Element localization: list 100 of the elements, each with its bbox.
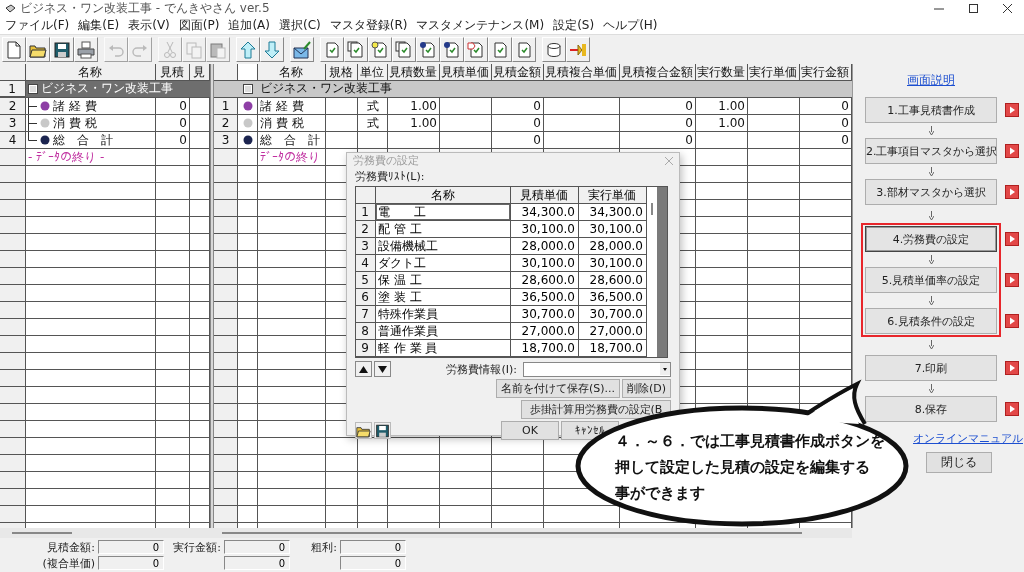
toolbar-button[interactable] [392, 37, 416, 62]
row-number: 2 [220, 115, 231, 132]
table-cell-text: 0 [532, 115, 542, 132]
menu-item[interactable]: 編集(E) [78, 17, 120, 34]
info-label: 労務費情報(I): [446, 361, 517, 377]
play-icon[interactable] [1005, 402, 1019, 416]
table-cell-text: 0 [684, 115, 694, 132]
menu-item[interactable]: 表示(V) [128, 17, 170, 34]
close-button[interactable]: 閉じる [926, 452, 992, 473]
toolbar-button[interactable] [440, 37, 464, 62]
step-button[interactable]: 8.保存 [865, 396, 997, 422]
play-icon[interactable] [1005, 314, 1019, 328]
help-link[interactable]: 画面説明 [861, 72, 1001, 89]
summary-label: 見積金額: [46, 540, 96, 555]
table-cell-text: 総 合 計 [259, 132, 321, 149]
step-button[interactable]: 7.印刷 [865, 355, 997, 381]
table-cell[interactable]: 保 温 工 [376, 272, 511, 289]
scrollbar[interactable] [210, 528, 852, 538]
table-cell[interactable]: 普通作業員 [376, 323, 511, 340]
toolbar-button[interactable] [368, 37, 392, 62]
step-button[interactable]: 2.工事項目マスタから選択 [865, 138, 997, 164]
menu-item[interactable]: 追加(A) [228, 17, 270, 34]
step-button[interactable]: 1.工事見積書作成 [865, 97, 997, 123]
toolbar-button[interactable] [50, 37, 74, 62]
play-icon[interactable] [1005, 103, 1019, 117]
toolbar-button[interactable] [542, 37, 566, 62]
play-icon[interactable] [1005, 273, 1019, 287]
maximize-icon[interactable] [968, 4, 978, 13]
row-number: 7 [356, 306, 376, 323]
scrollbar[interactable] [0, 528, 210, 538]
play-icon[interactable] [1005, 144, 1019, 158]
menu-item[interactable]: ファイル(F) [5, 17, 70, 34]
table-cell[interactable]: 軽 作 業 員 [376, 340, 511, 357]
ok-button[interactable]: OK [501, 421, 559, 440]
table-cell[interactable]: 塗 装 工 [376, 289, 511, 306]
column-header: 見積単価 [511, 187, 579, 204]
labor-settings-button[interactable]: 歩掛計算用労務費の設定(B [521, 400, 671, 419]
summary-label: (複合単価) [41, 556, 96, 571]
copy-icon [185, 40, 203, 59]
table-cell[interactable]: 電 工 [376, 204, 511, 221]
toolbar-button[interactable] [566, 37, 590, 62]
play-icon[interactable] [1005, 185, 1019, 199]
open-button[interactable] [355, 422, 372, 439]
move-down-button[interactable] [374, 361, 391, 377]
manual-link[interactable]: オンラインマニュアル [913, 431, 1023, 446]
move-up-button[interactable] [355, 361, 372, 377]
toolbar-button[interactable] [74, 37, 98, 62]
delete-button[interactable]: 削除(D) [621, 379, 671, 398]
tree-row[interactable]: 1 ビジネス・ワン改装工事 [0, 81, 210, 98]
table-cell: 28,000.0 [511, 238, 579, 255]
play-icon[interactable] [1005, 361, 1019, 375]
toolbar-button[interactable] [260, 37, 284, 62]
summary-label: 粗利: [310, 540, 338, 555]
table-cell[interactable]: ダクト工 [376, 255, 511, 272]
menu-item[interactable]: マスタメンテナンス(M) [416, 17, 545, 34]
document-icon [467, 40, 485, 59]
step-button[interactable]: 3.部材マスタから選択 [865, 179, 997, 205]
summary-field: 0 [98, 556, 164, 570]
play-icon[interactable] [1005, 232, 1019, 246]
toolbar-button[interactable] [26, 37, 50, 62]
document-icon [443, 40, 461, 59]
down-arrow-icon [928, 384, 934, 393]
close-icon[interactable] [1002, 4, 1012, 13]
table-cell[interactable]: 配 管 工 [376, 221, 511, 238]
table-cell: 30,100.0 [511, 255, 579, 272]
menu-item[interactable]: 図面(P) [178, 17, 220, 34]
toolbar-button[interactable] [236, 37, 260, 62]
table-cell-text: 0 [840, 115, 850, 132]
dropdown-field[interactable] [523, 361, 671, 377]
summary-field: 0 [340, 540, 406, 554]
table-cell[interactable]: 設備機械工 [376, 238, 511, 255]
row-number: 2 [356, 221, 376, 238]
toolbar-button[interactable] [344, 37, 368, 62]
table-cell-text: 0 [532, 132, 542, 149]
row-number: 2 [7, 98, 18, 115]
column-header: 実行単価 [579, 187, 647, 204]
item-name: 消 費 税 [53, 115, 97, 132]
down-arrow-icon [928, 167, 934, 176]
step-button[interactable]: 6.見積条件の設定 [865, 308, 997, 334]
table-cell[interactable]: 特殊作業員 [376, 306, 511, 323]
step-button[interactable]: 4.労務費の設定 [865, 226, 997, 252]
down-triangle-icon [378, 365, 387, 373]
table-cell: 30,100.0 [511, 221, 579, 238]
table-cell-text: 0 [840, 98, 850, 115]
toolbar-button[interactable] [290, 37, 314, 62]
menu-item[interactable]: 選択(C) [279, 17, 321, 34]
table-cell-text: 式 [365, 115, 380, 132]
table-cell-text: 0 [684, 98, 694, 115]
step-button[interactable]: 5.見積単価率の設定 [865, 267, 997, 293]
table-cell-text: 0 [178, 98, 188, 115]
menu-item[interactable]: ヘルプ(H) [603, 17, 658, 34]
save-button[interactable] [374, 422, 391, 439]
save-as-button[interactable]: 名前を付けて保存(S)... [495, 379, 620, 398]
minimize-icon[interactable] [934, 7, 944, 10]
menu-item[interactable]: 設定(S) [553, 17, 595, 34]
summary-field: 0 [224, 556, 290, 570]
row-number: 1 [0, 81, 26, 97]
menu-item[interactable]: マスタ登録(R) [329, 17, 408, 34]
toolbar-button[interactable] [416, 37, 440, 62]
group-row[interactable]: ビジネス・ワン改装工事 [214, 81, 852, 98]
